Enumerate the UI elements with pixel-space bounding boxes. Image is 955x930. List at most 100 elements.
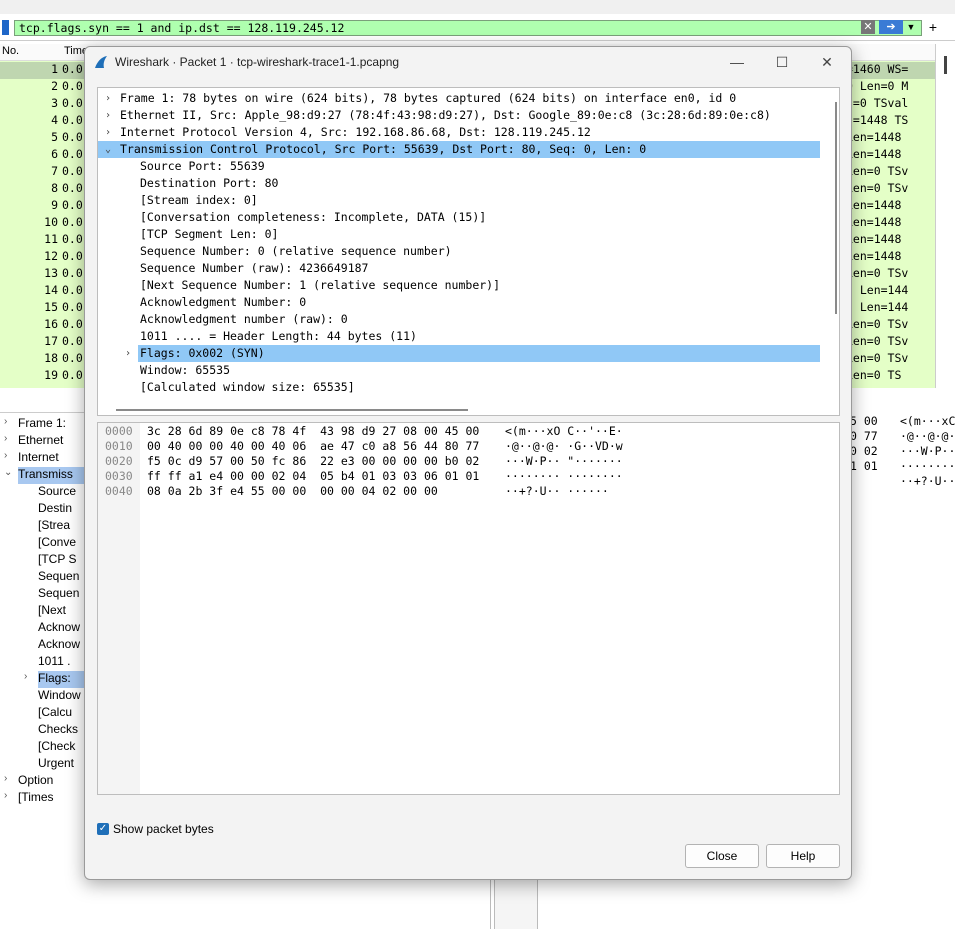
chevron-down-icon[interactable]: ⌄ [4, 467, 12, 478]
ascii-bytes[interactable]: ········ ········ [505, 469, 623, 484]
chevron-right-icon[interactable]: › [4, 416, 7, 427]
tree-row[interactable]: Destination Port: 80 [98, 175, 820, 192]
detail-row[interactable]: [Check [38, 739, 75, 756]
minimize-icon[interactable]: — [722, 51, 752, 73]
help-button[interactable]: Help [766, 844, 840, 868]
packet-info: Len=1448 [846, 147, 902, 161]
tree-horizontal-scrollbar[interactable] [116, 409, 468, 411]
hex-bytes[interactable]: 08 0a 2b 3f e4 55 00 00 00 00 04 02 00 0… [147, 484, 438, 499]
packet-time: 0.0 [62, 351, 83, 365]
ascii-bytes[interactable]: ··+?·U·· ······ [505, 484, 609, 499]
hex-bytes[interactable]: f5 0c d9 57 00 50 fc 86 22 e3 00 00 00 0… [147, 454, 479, 469]
display-filter-input[interactable]: tcp.flags.syn == 1 and ip.dst == 128.119… [14, 20, 922, 36]
detail-row[interactable]: Acknow [38, 620, 80, 637]
packet-detail-tree[interactable]: › Frame 1: 78 bytes on wire (624 bits), 7… [97, 87, 840, 416]
tree-row[interactable]: Window: 65535 [98, 362, 820, 379]
tree-row[interactable]: [Next Sequence Number: 1 (relative seque… [98, 277, 820, 294]
packet-number: 14 [44, 283, 58, 297]
tree-row-text: Internet Protocol Version 4, Src: 192.16… [120, 125, 591, 139]
detail-row[interactable]: Sequen [38, 569, 79, 586]
packet-list-scrollbar[interactable] [935, 44, 955, 388]
maximize-icon[interactable]: ☐ [767, 51, 797, 73]
detail-row[interactable]: Checks [38, 722, 78, 739]
packet-time: 0.0 [62, 334, 83, 348]
tree-row[interactable]: [Conversation completeness: Incomplete, … [98, 209, 820, 226]
detail-row[interactable]: Internet [18, 450, 59, 467]
column-header-no[interactable]: No. [2, 45, 19, 57]
pane-splitter[interactable] [494, 878, 538, 929]
detail-row[interactable]: Sequen [38, 586, 79, 603]
detail-row[interactable]: Window [38, 688, 81, 705]
ascii-bytes[interactable]: ···W·P·· "······· [505, 454, 623, 469]
close-window-icon[interactable]: ✕ [812, 51, 842, 73]
tree-row[interactable]: › Ethernet II, Src: Apple_98:d9:27 (78:4f… [98, 107, 820, 124]
packet-info: n=0 TSval [846, 96, 909, 110]
detail-row[interactable]: Transmiss [18, 467, 84, 484]
tree-row[interactable]: › Frame 1: 78 bytes on wire (624 bits), 7… [98, 90, 820, 107]
packet-time: 0.0 [62, 62, 83, 76]
ascii-bytes[interactable]: ·@··@·@· ·G··VD·w [505, 439, 623, 454]
chevron-right-icon[interactable]: › [4, 790, 7, 801]
tree-row-text: [Next Sequence Number: 1 (relative seque… [140, 278, 501, 292]
chevron-right-icon[interactable]: › [4, 773, 7, 784]
tree-row[interactable]: [Calculated window size: 65535] [98, 379, 820, 396]
chevron-down-icon[interactable]: ▼ [905, 20, 917, 34]
chevron-right-icon[interactable]: › [24, 671, 27, 682]
tree-row-text: [Stream index: 0] [140, 193, 258, 207]
dialog-titlebar[interactable]: Wireshark · Packet 1 · tcp-wireshark-tra… [85, 47, 851, 77]
chevron-right-icon[interactable]: › [4, 433, 7, 444]
clear-filter-icon[interactable]: ✕ [861, 20, 875, 34]
detail-row[interactable]: Ethernet [18, 433, 63, 450]
detail-row[interactable]: [TCP S [38, 552, 76, 569]
chevron-right-icon[interactable]: › [4, 450, 7, 461]
close-button[interactable]: Close [685, 844, 759, 868]
detail-row[interactable]: Frame 1: [18, 416, 66, 433]
tree-row[interactable]: Sequence Number: 0 (relative sequence nu… [98, 243, 820, 260]
tree-row-text: Frame 1: 78 bytes on wire (624 bits), 78… [120, 91, 737, 105]
packet-number: 2 [51, 79, 58, 93]
tree-row[interactable]: › Internet Protocol Version 4, Src: 192.1… [98, 124, 820, 141]
packet-bytes-view[interactable]: 0000 3c 28 6d 89 0e c8 78 4f 43 98 d9 27 … [97, 422, 840, 795]
detail-row[interactable]: 1011 . [38, 654, 70, 671]
tree-row[interactable]: › Flags: 0x002 (SYN) [125, 345, 820, 362]
detail-row[interactable]: Urgent [38, 756, 74, 773]
add-filter-icon[interactable]: + [929, 19, 937, 35]
detail-row[interactable]: Source [38, 484, 76, 501]
detail-row[interactable]: Acknow [38, 637, 80, 654]
ascii-bytes[interactable]: <(m···xO C··'··E· [505, 424, 623, 439]
hex-bytes[interactable]: ff ff a1 e4 00 00 02 04 05 b4 01 03 03 0… [147, 469, 479, 484]
chevron-right-icon[interactable]: › [122, 345, 134, 362]
tree-row[interactable]: Source Port: 55639 [98, 158, 820, 175]
wireshark-fin-icon [95, 56, 107, 68]
chevron-right-icon[interactable]: › [102, 124, 114, 141]
hex-bytes[interactable]: 3c 28 6d 89 0e c8 78 4f 43 98 d9 27 08 0… [147, 424, 479, 439]
chevron-down-icon[interactable]: ⌄ [102, 141, 114, 158]
show-packet-bytes-checkbox[interactable]: ✓ [97, 823, 109, 835]
detail-row[interactable]: [Strea [38, 518, 70, 535]
packet-time: 0.0 [62, 232, 83, 246]
bookmark-icon[interactable] [2, 20, 9, 35]
scrollbar-thumb[interactable] [944, 56, 947, 74]
tree-row[interactable]: [Stream index: 0] [98, 192, 820, 209]
hex-bytes[interactable]: 00 40 00 00 40 00 40 06 ae 47 c0 a8 56 4… [147, 439, 479, 454]
detail-row[interactable]: Destin [38, 501, 72, 518]
tree-row[interactable]: ⌄ Transmission Control Protocol, Src Port… [98, 141, 820, 158]
apply-filter-icon[interactable]: ➔ [879, 20, 903, 34]
tree-row[interactable]: Acknowledgment number (raw): 0 [98, 311, 820, 328]
tree-row[interactable]: Sequence Number (raw): 4236649187 [98, 260, 820, 277]
chevron-right-icon[interactable]: › [102, 107, 114, 124]
detail-row[interactable]: [Times [18, 790, 54, 807]
tree-row-text: Window: 65535 [140, 363, 231, 377]
detail-row[interactable]: Option [18, 773, 53, 790]
detail-row[interactable]: [Calcu [38, 705, 72, 722]
detail-row[interactable]: [Next [38, 603, 66, 620]
detail-row[interactable]: Flags: [38, 671, 84, 688]
tree-vertical-scrollbar[interactable] [835, 102, 837, 314]
pane-splitter[interactable] [490, 878, 491, 929]
detail-row[interactable]: [Conve [38, 535, 76, 552]
tree-row[interactable]: [TCP Segment Len: 0] [98, 226, 820, 243]
tree-row[interactable]: 1011 .... = Header Length: 44 bytes (11) [98, 328, 820, 345]
tree-row[interactable]: Acknowledgment Number: 0 [98, 294, 820, 311]
hex-offset: 0000 [105, 424, 133, 438]
chevron-right-icon[interactable]: › [102, 90, 114, 107]
